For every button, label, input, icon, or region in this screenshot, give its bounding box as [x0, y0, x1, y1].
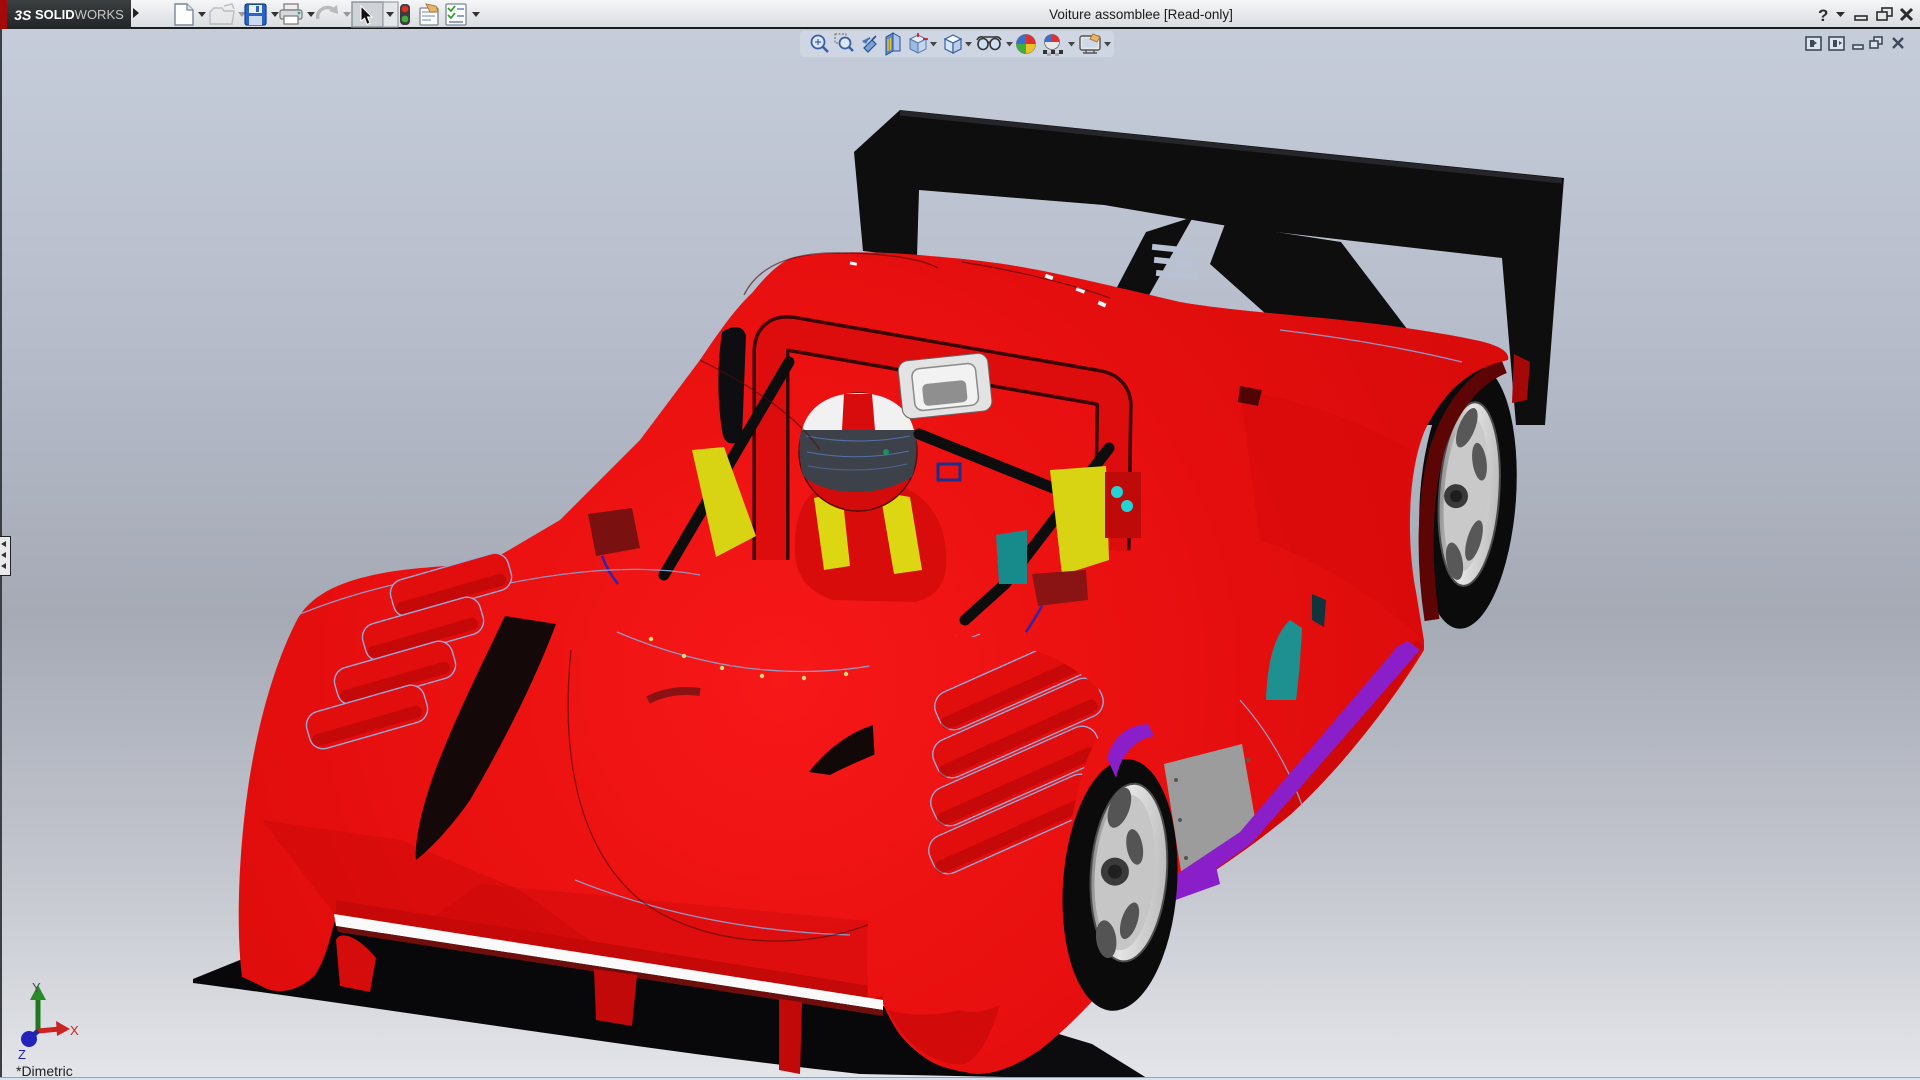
svg-text:X: X: [70, 1023, 79, 1038]
svg-text:Z: Z: [18, 1047, 26, 1062]
svg-text:Y: Y: [32, 980, 41, 995]
svg-text:?: ?: [1818, 6, 1828, 25]
